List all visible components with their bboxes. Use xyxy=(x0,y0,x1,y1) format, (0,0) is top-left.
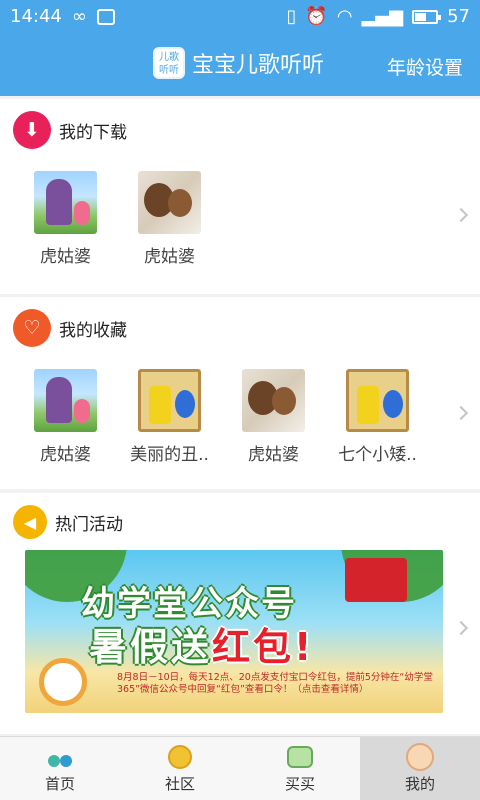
favorites-more-chevron-icon[interactable] xyxy=(453,405,469,421)
favorite-item[interactable]: 虎姑婆 xyxy=(34,369,97,465)
item-label: 虎姑婆 xyxy=(144,247,195,267)
app-logo-icon: 儿歌 听听 xyxy=(153,47,185,79)
favorites-section: ♡ 我的收藏 虎姑婆 美丽的丑.. 虎姑婆 七个小矮.. xyxy=(0,297,480,489)
download-icon: ⬇ xyxy=(13,111,51,149)
banner-detail-text: 8月8日－10日，每天12点、20点发支付宝口令红包，提前5分钟在“幼学堂365… xyxy=(117,672,433,695)
banner-subheadline-b: 红包! xyxy=(212,625,315,669)
signal-icon: ▂▄▆ xyxy=(361,6,404,27)
downloads-section: ⬇ 我的下载 虎姑婆 虎姑婆 xyxy=(0,99,480,294)
download-item[interactable]: 虎姑婆 xyxy=(34,171,97,267)
tab-mine[interactable]: 我的 xyxy=(360,737,480,800)
story-thumbnail xyxy=(138,171,201,234)
shopping-icon xyxy=(287,745,313,768)
heart-icon: ♡ xyxy=(13,309,51,347)
events-title: 热门活动 xyxy=(55,514,123,535)
downloads-header: ⬇ 我的下载 xyxy=(13,111,127,149)
app-title-group: 儿歌 听听 宝宝儿歌听听 xyxy=(153,47,324,79)
tab-community[interactable]: 社区 xyxy=(120,737,240,800)
favorite-item[interactable]: 七个小矮.. xyxy=(338,369,417,465)
story-thumbnail xyxy=(138,369,201,432)
baby-face-icon xyxy=(406,742,434,771)
downloads-more-chevron-icon[interactable] xyxy=(453,207,469,223)
favorite-item[interactable]: 美丽的丑.. xyxy=(130,369,209,465)
logo-text-top: 儿歌 xyxy=(159,52,179,63)
logo-text-bottom: 听听 xyxy=(159,65,179,76)
story-thumbnail xyxy=(346,369,409,432)
status-time: 14:44 xyxy=(10,6,62,27)
item-label: 七个小矮.. xyxy=(338,445,417,465)
item-label: 虎姑婆 xyxy=(40,247,91,267)
tab-label: 买买 xyxy=(284,774,315,793)
favorites-list: 虎姑婆 美丽的丑.. 虎姑婆 七个小矮.. xyxy=(34,369,417,465)
music-note-icon xyxy=(46,745,74,769)
battery-percent: 57 xyxy=(447,6,470,27)
event-banner[interactable]: 幼学堂公众号 暑假送红包! 8月8日－10日，每天12点、20点发支付宝口令红包… xyxy=(25,550,443,713)
battery-icon xyxy=(412,9,442,24)
tab-label: 社区 xyxy=(164,774,195,793)
story-thumbnail xyxy=(34,369,97,432)
favorites-header: ♡ 我的收藏 xyxy=(13,309,127,347)
alarm-icon: ⏰ xyxy=(305,6,328,27)
item-label: 虎姑婆 xyxy=(40,445,91,465)
story-thumbnail xyxy=(34,171,97,234)
banner-subheadline: 暑假送红包! xyxy=(89,616,314,671)
download-item[interactable]: 虎姑婆 xyxy=(138,171,201,267)
banner-subheadline-a: 暑假送 xyxy=(89,625,213,669)
image-icon xyxy=(96,8,115,25)
favorites-title: 我的收藏 xyxy=(59,320,127,341)
title-bar: 儿歌 听听 宝宝儿歌听听 年龄设置 xyxy=(0,33,480,96)
wifi-icon: ◠ xyxy=(336,6,353,27)
tab-label: 我的 xyxy=(404,774,435,793)
age-setting-button[interactable]: 年龄设置 xyxy=(387,53,463,80)
tab-label: 首页 xyxy=(44,774,75,793)
alarm-clock-icon xyxy=(39,658,87,706)
infinity-icon: ∞ xyxy=(71,6,87,27)
app-title: 宝宝儿歌听听 xyxy=(192,53,325,78)
vibrate-icon: ▯ xyxy=(286,6,297,27)
item-label: 美丽的丑.. xyxy=(130,445,209,465)
downloads-list: 虎姑婆 虎姑婆 xyxy=(34,171,201,267)
tab-home[interactable]: 首页 xyxy=(0,737,120,800)
bottom-tab-bar: 首页 社区 买买 我的 xyxy=(0,736,480,800)
events-more-chevron-icon[interactable] xyxy=(453,620,469,636)
events-header: ◀ 热门活动 xyxy=(13,505,123,539)
downloads-title: 我的下载 xyxy=(59,122,127,143)
tab-shop[interactable]: 买买 xyxy=(240,737,360,800)
story-thumbnail xyxy=(242,369,305,432)
red-envelope-icon xyxy=(345,558,407,602)
favorite-item[interactable]: 虎姑婆 xyxy=(242,369,305,465)
events-section: ◀ 热门活动 幼学堂公众号 暑假送红包! 8月8日－10日，每天12点、20点发… xyxy=(0,493,480,734)
megaphone-icon: ◀ xyxy=(13,505,47,539)
community-icon xyxy=(168,744,192,769)
status-bar: 14:44 ∞ ▯ ⏰ ◠ ▂▄▆ 57 xyxy=(0,0,480,33)
item-label: 虎姑婆 xyxy=(248,445,299,465)
